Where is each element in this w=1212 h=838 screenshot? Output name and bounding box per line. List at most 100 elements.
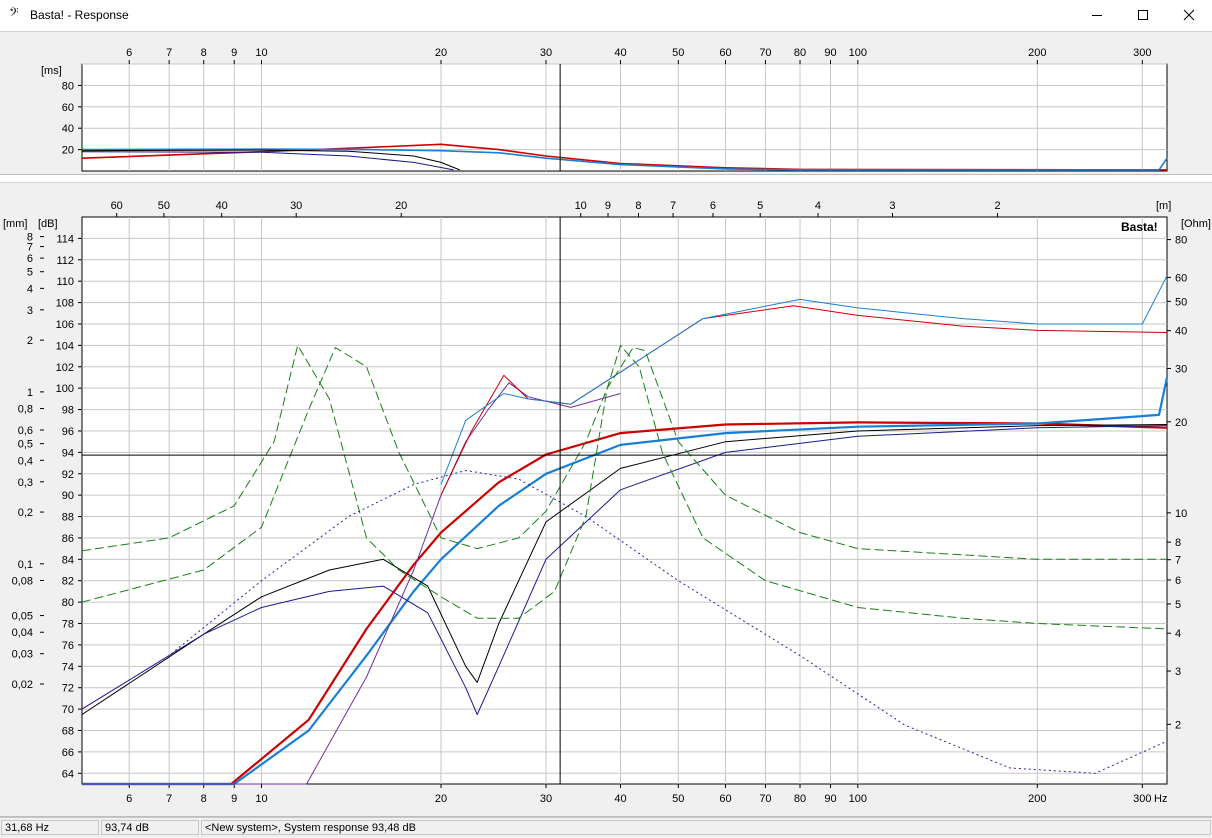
delay-freq-tick-label: 50: [672, 47, 684, 59]
db-tick-label: 96: [62, 426, 74, 438]
db-tick-label: 100: [56, 383, 74, 395]
bass-clef-icon: 𝄢: [9, 5, 19, 23]
db-tick-label: 64: [62, 768, 74, 780]
ohm-tick-label: 5: [1175, 599, 1181, 611]
window-title: Basta! - Response: [30, 8, 129, 22]
freq-tick-label: 20: [435, 793, 447, 805]
freq-tick-label: 50: [672, 793, 684, 805]
delay-freq-tick-label: 200: [1028, 47, 1046, 59]
ohm-tick-label: 60: [1175, 272, 1187, 284]
delay-freq-tick-label: 40: [614, 47, 626, 59]
delay-freq-tick-label: 8: [201, 47, 207, 59]
status-message: <New system>, System response 93,48 dB: [201, 820, 1211, 835]
freq-tick-label: 40: [614, 793, 626, 805]
wavelength-tick-label: 60: [111, 200, 123, 212]
delay-freq-tick-label: 100: [849, 47, 867, 59]
db-unit-label: [dB]: [38, 218, 58, 230]
mm-tick-label: 4: [27, 283, 33, 295]
mm-tick-label: 0,8: [18, 404, 33, 416]
db-tick-label: 104: [56, 340, 74, 352]
db-tick-label: 74: [62, 661, 74, 673]
wavelength-tick-label: 20: [395, 200, 407, 212]
db-tick-label: 114: [56, 233, 74, 245]
db-tick-label: 70: [62, 704, 74, 716]
delay-freq-tick-label: 60: [719, 47, 731, 59]
maximize-icon: [1138, 10, 1148, 20]
db-tick-label: 66: [62, 747, 74, 759]
wavelength-tick-label: 30: [290, 200, 302, 212]
freq-tick-label: 90: [824, 793, 836, 805]
ohm-tick-label: 7: [1175, 555, 1181, 567]
status-level: 93,74 dB: [101, 820, 199, 835]
mm-tick-label: 1: [27, 387, 33, 399]
minimize-icon: [1092, 15, 1102, 16]
response-pane: 60 50 40 30 20 10 9 8 7 6 5 4 3 2 6 7 8 9 10 20 30 40 50 60 70 8…: [0, 182, 1212, 817]
mm-tick-label: 6: [27, 253, 33, 265]
wavelength-tick-label: 50: [158, 200, 170, 212]
mm-tick-label: 0,4: [18, 455, 33, 467]
ohm-tick-label: 30: [1175, 363, 1187, 375]
delay-chart[interactable]: 6 7 8 9 10 20 30 40 50 60 70 80 90 100 200 300 80 60 40 20…: [0, 32, 1212, 174]
wavelength-tick-label: 10: [575, 200, 587, 212]
mm-tick-label: 0,04: [12, 627, 33, 639]
mm-tick-label: 2: [27, 335, 33, 347]
freq-tick-label: 60: [719, 793, 731, 805]
status-bar: 31,68 Hz 93,74 dB <New system>, System r…: [0, 817, 1212, 838]
ohm-tick-label: 10: [1175, 508, 1187, 520]
mm-tick-label: 0,02: [12, 679, 33, 691]
close-icon: [1183, 9, 1195, 21]
delay-freq-tick-label: 10: [255, 47, 267, 59]
db-tick-label: 76: [62, 640, 74, 652]
mm-tick-label: 0,1: [18, 559, 33, 571]
mm-unit-label: [mm]: [3, 218, 27, 230]
mm-tick-label: 0,3: [18, 477, 33, 489]
db-tick-label: 98: [62, 405, 74, 417]
ohm-tick-label: 8: [1175, 537, 1181, 549]
basta-watermark: Basta!: [1121, 220, 1158, 234]
response-plot-area[interactable]: [81, 216, 1168, 785]
freq-tick-label: 300: [1133, 793, 1151, 805]
ohm-tick-label: 4: [1175, 628, 1181, 640]
delay-tick-label: 40: [62, 123, 74, 135]
delay-freq-tick-label: 300: [1133, 47, 1151, 59]
mm-tick-label: 0,03: [12, 649, 33, 661]
db-axis: 114 112 110 108 106 104 102 100 98 96 94 92 90 88 86 84…: [56, 233, 82, 780]
db-tick-label: 106: [56, 319, 74, 331]
maximize-button[interactable]: [1120, 0, 1166, 30]
delay-freq-tick-label: 9: [231, 47, 237, 59]
wavelength-tick-label: 9: [605, 200, 611, 212]
title-bar[interactable]: 𝄢 Basta! - Response: [0, 0, 1212, 30]
delay-freq-tick-label: 30: [540, 47, 552, 59]
db-tick-label: 84: [62, 554, 74, 566]
minimize-button[interactable]: [1074, 0, 1120, 30]
db-tick-label: 78: [62, 619, 74, 631]
frequency-axis: 6 7 8 9 10 20 30 40 50 60 70 80 90 100 200 300: [126, 784, 1151, 805]
freq-tick-label: 8: [201, 793, 207, 805]
close-button[interactable]: [1166, 0, 1212, 30]
mm-tick-label: 3: [27, 305, 33, 317]
ohm-unit-label: [Ohm]: [1181, 218, 1211, 230]
freq-tick-label: 6: [126, 793, 132, 805]
db-tick-label: 110: [56, 276, 74, 288]
status-frequency: 31,68 Hz: [1, 820, 99, 835]
delay-plot-area[interactable]: [81, 63, 1168, 172]
freq-tick-label: 100: [849, 793, 867, 805]
response-chart[interactable]: 60 50 40 30 20 10 9 8 7 6 5 4 3 2 6 7 8 9 10 20 30 40 50 60 70 8…: [0, 183, 1212, 816]
delay-freq-tick-label: 20: [435, 47, 447, 59]
mm-tick-label: 5: [27, 267, 33, 279]
excursion-mm-axis: 876543210,80,60,50,40,30,20,10,080,050,0…: [12, 232, 44, 691]
db-tick-label: 92: [62, 469, 74, 481]
freq-tick-label: 200: [1028, 793, 1046, 805]
wavelength-tick-label: 40: [216, 200, 228, 212]
ohm-tick-label: 20: [1175, 417, 1187, 429]
wavelength-unit-label: [m]: [1156, 200, 1171, 212]
delay-freq-tick-label: 90: [824, 47, 836, 59]
mm-tick-label: 0,2: [18, 507, 33, 519]
freq-tick-label: 9: [231, 793, 237, 805]
db-tick-label: 86: [62, 533, 74, 545]
hz-unit-label: Hz: [1154, 793, 1167, 805]
ohm-tick-label: 80: [1175, 235, 1187, 247]
ohm-tick-label: 40: [1175, 326, 1187, 338]
delay-freq-tick-label: 7: [166, 47, 172, 59]
db-tick-label: 102: [56, 362, 74, 374]
